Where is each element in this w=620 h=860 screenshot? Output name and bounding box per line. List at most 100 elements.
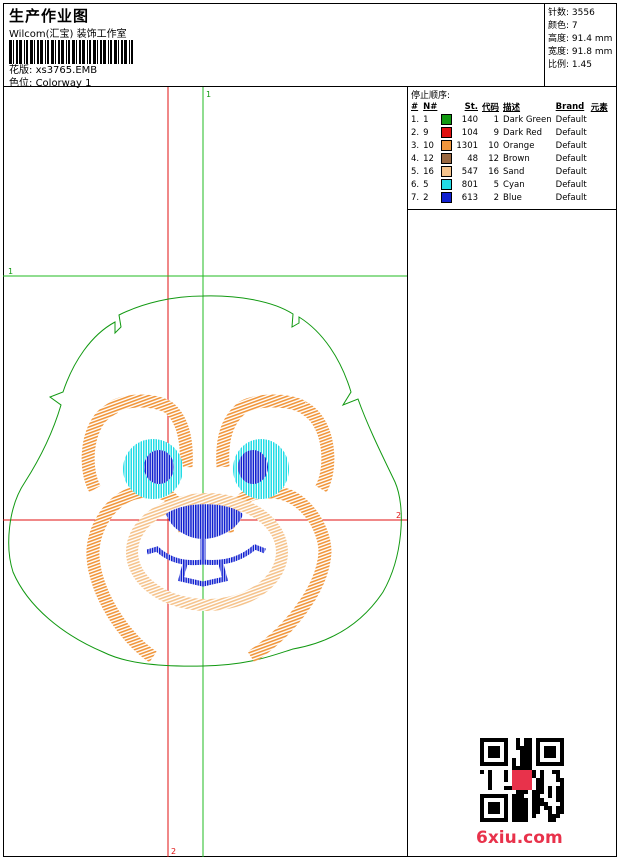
stat-height: 高度: 91.4 mm: [548, 34, 613, 44]
row-code: 16: [488, 166, 500, 177]
col-needle: N#: [423, 101, 438, 112]
col-index: #: [411, 101, 419, 112]
row-code: 2: [493, 192, 500, 203]
stop-sequence-panel: 停止顺序: # N# St. 代码 描述 Brand 元素 1. 1 140 1 Dar…: [408, 87, 617, 210]
row-code: 1: [493, 114, 500, 125]
row-description: Brown: [503, 153, 530, 164]
row-element: [589, 113, 610, 126]
color-swatch: [441, 114, 453, 125]
table-row: 1. 1 140 1 Dark Green Default: [409, 113, 610, 126]
row-brand: Default: [555, 192, 587, 203]
row-stitches: 104: [461, 127, 479, 138]
row-stitches: 547: [461, 166, 479, 177]
row-swatch: [439, 113, 454, 126]
row-element: [589, 126, 610, 139]
header-panel: 生产作业图 Wilcom(汇宝) 装饰工作室 花版: xs3765.EMB 色位…: [3, 3, 545, 89]
row-stitches: 801: [461, 179, 479, 190]
color-swatch: [441, 127, 453, 138]
row-swatch: [439, 139, 454, 152]
color-swatch: [441, 192, 453, 203]
color-swatch: [441, 179, 453, 190]
row-brand: Default: [555, 140, 587, 151]
stats-panel: 针数: 3556 颜色: 7 高度: 91.4 mm 宽度: 91.8 mm 比…: [545, 3, 617, 87]
row-description: Orange: [503, 140, 535, 151]
software-name: Wilcom(汇宝) 装饰工作室: [9, 29, 127, 40]
row-stitches: 613: [461, 192, 479, 203]
row-description: Cyan: [503, 179, 525, 190]
row-code: 5: [493, 179, 500, 190]
site-watermark: 6xiu.com: [476, 828, 563, 848]
row-index: 6.: [411, 179, 420, 190]
row-description: Dark Red: [503, 127, 543, 138]
color-swatch: [441, 140, 453, 151]
guide-label-h2: 2: [396, 511, 401, 520]
row-code: 12: [488, 153, 500, 164]
page-title: 生产作业图: [9, 7, 90, 25]
design-canvas[interactable]: 1 1 2 2: [3, 87, 408, 857]
table-row: 2. 9 104 9 Dark Red Default: [409, 126, 610, 139]
row-brand: Default: [555, 127, 587, 138]
guide-label-h1: 1: [8, 267, 13, 276]
design-drawing: 1 1 2 2: [3, 87, 407, 857]
stat-colors: 颜色: 7: [548, 21, 578, 31]
guide-label-v2: 2: [171, 847, 176, 856]
col-brand: Brand: [555, 101, 585, 112]
row-swatch: [439, 178, 454, 191]
row-needle: 9: [423, 127, 429, 138]
stat-width: 宽度: 91.8 mm: [548, 47, 613, 57]
table-row: 4. 12 48 12 Brown Default: [409, 152, 610, 165]
row-needle: 12: [423, 153, 434, 164]
row-index: 1.: [411, 114, 420, 125]
row-description: Sand: [503, 166, 525, 177]
col-description: 描述: [503, 102, 521, 113]
row-element: [589, 191, 610, 204]
row-brand: Default: [555, 153, 587, 164]
col-element: 元素: [590, 102, 608, 113]
guide-label-v1: 1: [206, 90, 211, 99]
row-index: 2.: [411, 127, 420, 138]
row-index: 4.: [411, 153, 420, 164]
table-header-row: # N# St. 代码 描述 Brand 元素: [409, 100, 610, 113]
row-element: [589, 152, 610, 165]
row-description: Blue: [503, 192, 522, 203]
col-code: 代码: [482, 102, 500, 113]
mouth-stitch: [146, 539, 266, 587]
qr-center-seal: [512, 770, 532, 790]
row-brand: Default: [555, 114, 587, 125]
stat-scale: 比例: 1.45: [548, 60, 592, 70]
row-element: [589, 165, 610, 178]
qr-code: [480, 738, 564, 822]
col-stitches: St.: [464, 101, 479, 112]
row-needle: 16: [423, 166, 434, 177]
row-needle: 1: [423, 114, 429, 125]
row-needle: 2: [423, 192, 429, 203]
table-row: 5. 16 547 16 Sand Default: [409, 165, 610, 178]
row-description: Dark Green: [503, 114, 552, 125]
right-eye-pupil: [238, 450, 268, 484]
row-code: 10: [488, 140, 500, 151]
row-swatch: [439, 152, 454, 165]
table-row: 7. 2 613 2 Blue Default: [409, 191, 610, 204]
row-stitches: 48: [467, 153, 479, 164]
row-swatch: [439, 126, 454, 139]
table-row: 6. 5 801 5 Cyan Default: [409, 178, 610, 191]
row-element: [589, 139, 610, 152]
color-swatch: [441, 166, 453, 177]
row-needle: 5: [423, 179, 429, 190]
row-index: 5.: [411, 166, 420, 177]
row-stitches: 1301: [456, 140, 479, 151]
row-stitches: 140: [461, 114, 479, 125]
row-index: 3.: [411, 140, 420, 151]
stat-stitches: 针数: 3556: [548, 8, 595, 18]
color-swatch: [441, 153, 453, 164]
nose-stitch: [166, 504, 243, 539]
row-element: [589, 178, 610, 191]
left-eye-pupil: [144, 450, 174, 484]
row-code: 9: [493, 127, 500, 138]
row-brand: Default: [555, 166, 587, 177]
row-brand: Default: [555, 179, 587, 190]
stop-sequence-table: # N# St. 代码 描述 Brand 元素 1. 1 140 1 Dark Gree…: [409, 100, 610, 204]
row-swatch: [439, 191, 454, 204]
row-swatch: [439, 165, 454, 178]
row-index: 7.: [411, 192, 420, 203]
